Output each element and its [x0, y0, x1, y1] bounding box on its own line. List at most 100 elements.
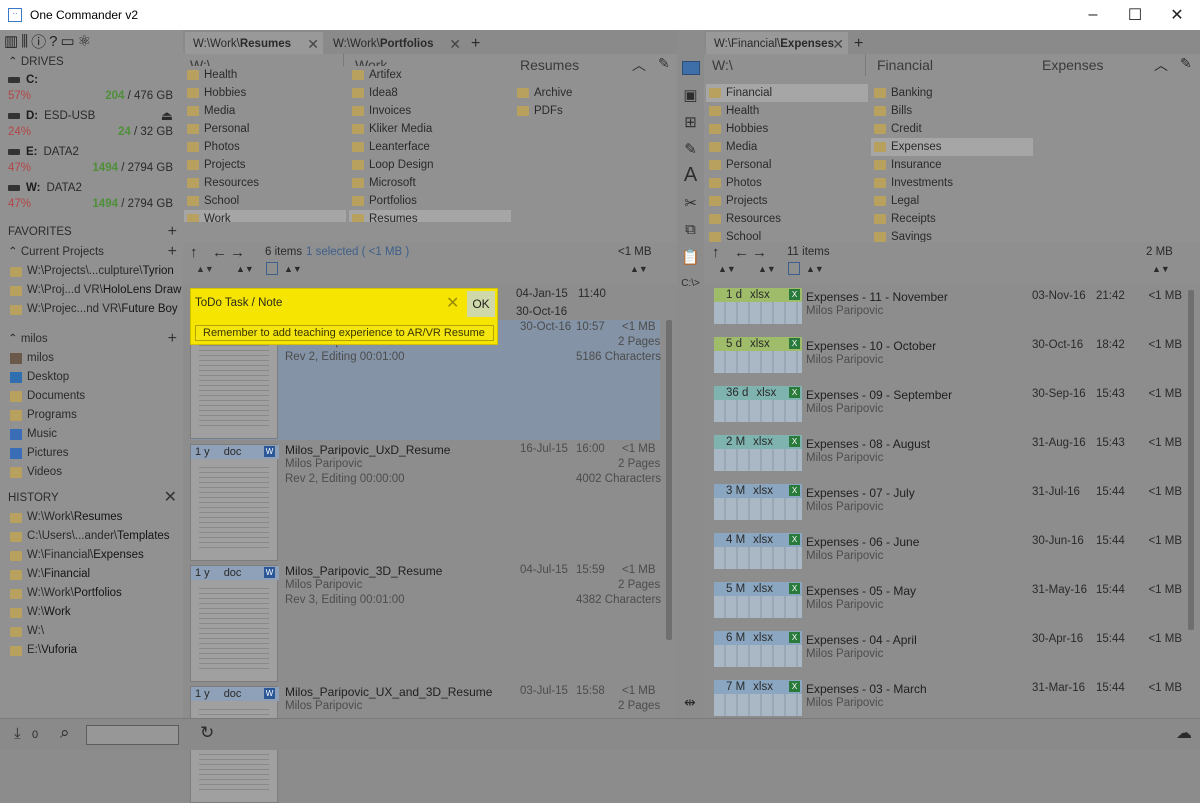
sort-type-icon[interactable]: ▲▼ — [758, 264, 776, 274]
copy-icon[interactable]: ⧉ — [677, 216, 704, 243]
history-item[interactable]: W:\ — [0, 622, 183, 641]
collapse-icon[interactable]: ︿ — [1154, 55, 1168, 75]
file-row[interactable]: 5 d xlsx X Expenses - 10 - October Milos Par… — [714, 337, 1182, 386]
folder-item[interactable]: Media — [706, 138, 868, 156]
folder-item[interactable]: Financial — [706, 84, 868, 102]
column-header-resumes[interactable]: Resumes — [514, 54, 634, 76]
sort-size-icon[interactable]: ▲▼ — [1152, 264, 1170, 274]
history-item[interactable]: E:\Vuforia — [0, 641, 183, 660]
note-ok-button[interactable]: OK — [467, 291, 495, 317]
folder-item[interactable]: Kliker Media — [349, 120, 511, 138]
user-folder-item[interactable]: Programs — [0, 406, 183, 425]
current-projects-header[interactable]: ⌃ Current Projects + — [0, 242, 183, 262]
eject-icon[interactable]: ⏏ — [161, 108, 173, 124]
project-item[interactable]: W:\Proj...d VR\HoloLens Draw — [0, 281, 183, 300]
user-folder-item[interactable]: Desktop — [0, 368, 183, 387]
column-header-root[interactable]: W:\ — [706, 54, 866, 76]
folder-item[interactable]: Resources — [706, 210, 868, 228]
command-prompt-icon[interactable]: C:\> — [677, 270, 704, 297]
close-tab-icon[interactable]: ✕ — [307, 32, 319, 56]
close-note-icon[interactable]: ✕ — [446, 293, 459, 313]
image-preview-icon[interactable] — [677, 54, 704, 81]
document-thumbnail[interactable]: 1 y doc W — [190, 565, 279, 682]
history-item[interactable]: W:\Work — [0, 603, 183, 622]
add-favorite-icon[interactable]: + — [168, 222, 177, 242]
folder-item[interactable]: Investments — [871, 174, 1033, 192]
info-icon[interactable]: ⓘ — [31, 31, 46, 52]
nav-up-icon[interactable]: ↑ — [190, 244, 198, 261]
folder-item[interactable]: Archive — [514, 84, 634, 102]
right-scrollbar[interactable] — [1188, 290, 1194, 630]
downloads-icon[interactable]: ⤓ — [14, 725, 21, 742]
nav-forward-icon[interactable]: → — [230, 244, 245, 261]
cut-icon[interactable]: ✂ — [677, 189, 704, 216]
split-handle-icon[interactable]: ⇹ — [684, 694, 696, 711]
left-scrollbar[interactable] — [666, 320, 672, 640]
nav-up-icon[interactable]: ↑ — [712, 244, 720, 261]
folder-item[interactable]: Banking — [871, 84, 1033, 102]
folder-item[interactable]: Credit — [871, 120, 1033, 138]
folder-item[interactable]: Projects — [706, 192, 868, 210]
file-row[interactable]: 6 M xlsx X Expenses - 04 - April Milos Parip… — [714, 631, 1182, 680]
new-tab-button[interactable]: + — [850, 32, 872, 56]
folder-item[interactable]: Insurance — [871, 156, 1033, 174]
folder-item[interactable]: Health — [184, 66, 346, 84]
tab-expenses[interactable]: W:\Financial\Expenses ✕ — [706, 32, 848, 56]
tab-portfolios[interactable]: W:\Work\Portfolios ✕ — [325, 32, 465, 56]
folder-item[interactable]: Personal — [184, 120, 346, 138]
sort-date-icon[interactable]: ▲▼ — [806, 264, 824, 274]
cloud-icon[interactable]: ☁ — [1176, 723, 1192, 743]
folder-item[interactable]: School — [706, 228, 868, 242]
folder-item[interactable]: Receipts — [871, 210, 1033, 228]
history-item[interactable]: W:\Financial — [0, 565, 183, 584]
clear-history-icon[interactable]: ✕ — [164, 488, 177, 508]
maximize-button[interactable]: ☐ — [1114, 0, 1156, 30]
folder-item[interactable]: Work — [184, 210, 346, 222]
collapse-icon[interactable]: ︿ — [632, 55, 646, 75]
sort-size-icon[interactable]: ▲▼ — [630, 264, 648, 274]
search-input[interactable] — [86, 725, 179, 745]
tab-resumes[interactable]: W:\Work\Resumes ✕ — [185, 32, 323, 56]
folder-item[interactable]: Hobbies — [706, 120, 868, 138]
history-item[interactable]: C:\Users\...ander\Templates — [0, 527, 183, 546]
folder-item[interactable]: Photos — [184, 138, 346, 156]
favorites-section-header[interactable]: FAVORITES + — [0, 222, 183, 242]
folder-item[interactable]: Resources — [184, 174, 346, 192]
user-section-header[interactable]: ⌃ milos + — [0, 329, 183, 349]
folder-item[interactable]: Loop Design — [349, 156, 511, 174]
drive-item[interactable]: W: DATA2 47% 1494 / 2794 GB — [0, 180, 183, 216]
chat-icon[interactable]: ▭ — [60, 32, 74, 50]
document-thumbnail[interactable]: 1 y doc W — [190, 444, 279, 561]
view-mode-icon[interactable] — [788, 262, 800, 275]
refresh-icon[interactable]: ↻ — [200, 723, 214, 743]
close-tab-icon[interactable]: ✕ — [449, 32, 461, 56]
columns-icon[interactable]: ▥ — [4, 32, 18, 50]
edit-icon[interactable]: ✎ — [677, 135, 704, 162]
sort-date-icon[interactable]: ▲▼ — [284, 264, 302, 274]
history-item[interactable]: W:\Work\Portfolios — [0, 584, 183, 603]
drive-item[interactable]: C: 57% 204 / 476 GB — [0, 72, 183, 108]
file-row[interactable]: 2 M xlsx X Expenses - 08 - August Milos Pari… — [714, 435, 1182, 484]
folder-item[interactable]: Media — [184, 102, 346, 120]
nav-forward-icon[interactable]: → — [752, 244, 767, 261]
folder-item[interactable]: Artifex — [349, 66, 511, 84]
new-folder-icon[interactable]: ▣ — [677, 81, 704, 108]
file-row[interactable]: 5 M xlsx X Expenses - 05 - May Milos Paripov… — [714, 582, 1182, 631]
folder-item[interactable]: Savings — [871, 228, 1033, 242]
folder-item[interactable]: Legal — [871, 192, 1033, 210]
user-folder-item[interactable]: Videos — [0, 463, 183, 482]
paste-icon[interactable]: 📋 — [677, 243, 704, 270]
folder-item[interactable]: Personal — [706, 156, 868, 174]
folder-item[interactable]: Idea8 — [349, 84, 511, 102]
folder-item[interactable]: Projects — [184, 156, 346, 174]
user-folder-item[interactable]: Music — [0, 425, 183, 444]
history-section-header[interactable]: HISTORY ✕ — [0, 488, 183, 508]
nav-back-icon[interactable]: ← — [734, 244, 749, 261]
search-icon[interactable]: ⌕ — [60, 723, 70, 743]
sort-type-icon[interactable]: ▲▼ — [236, 264, 254, 274]
column-header-financial[interactable]: Financial — [871, 54, 1031, 76]
history-item[interactable]: W:\Work\Resumes — [0, 508, 183, 527]
folder-item[interactable]: Portfolios — [349, 192, 511, 210]
folder-item[interactable]: Invoices — [349, 102, 511, 120]
minimize-button[interactable]: – — [1072, 0, 1114, 30]
